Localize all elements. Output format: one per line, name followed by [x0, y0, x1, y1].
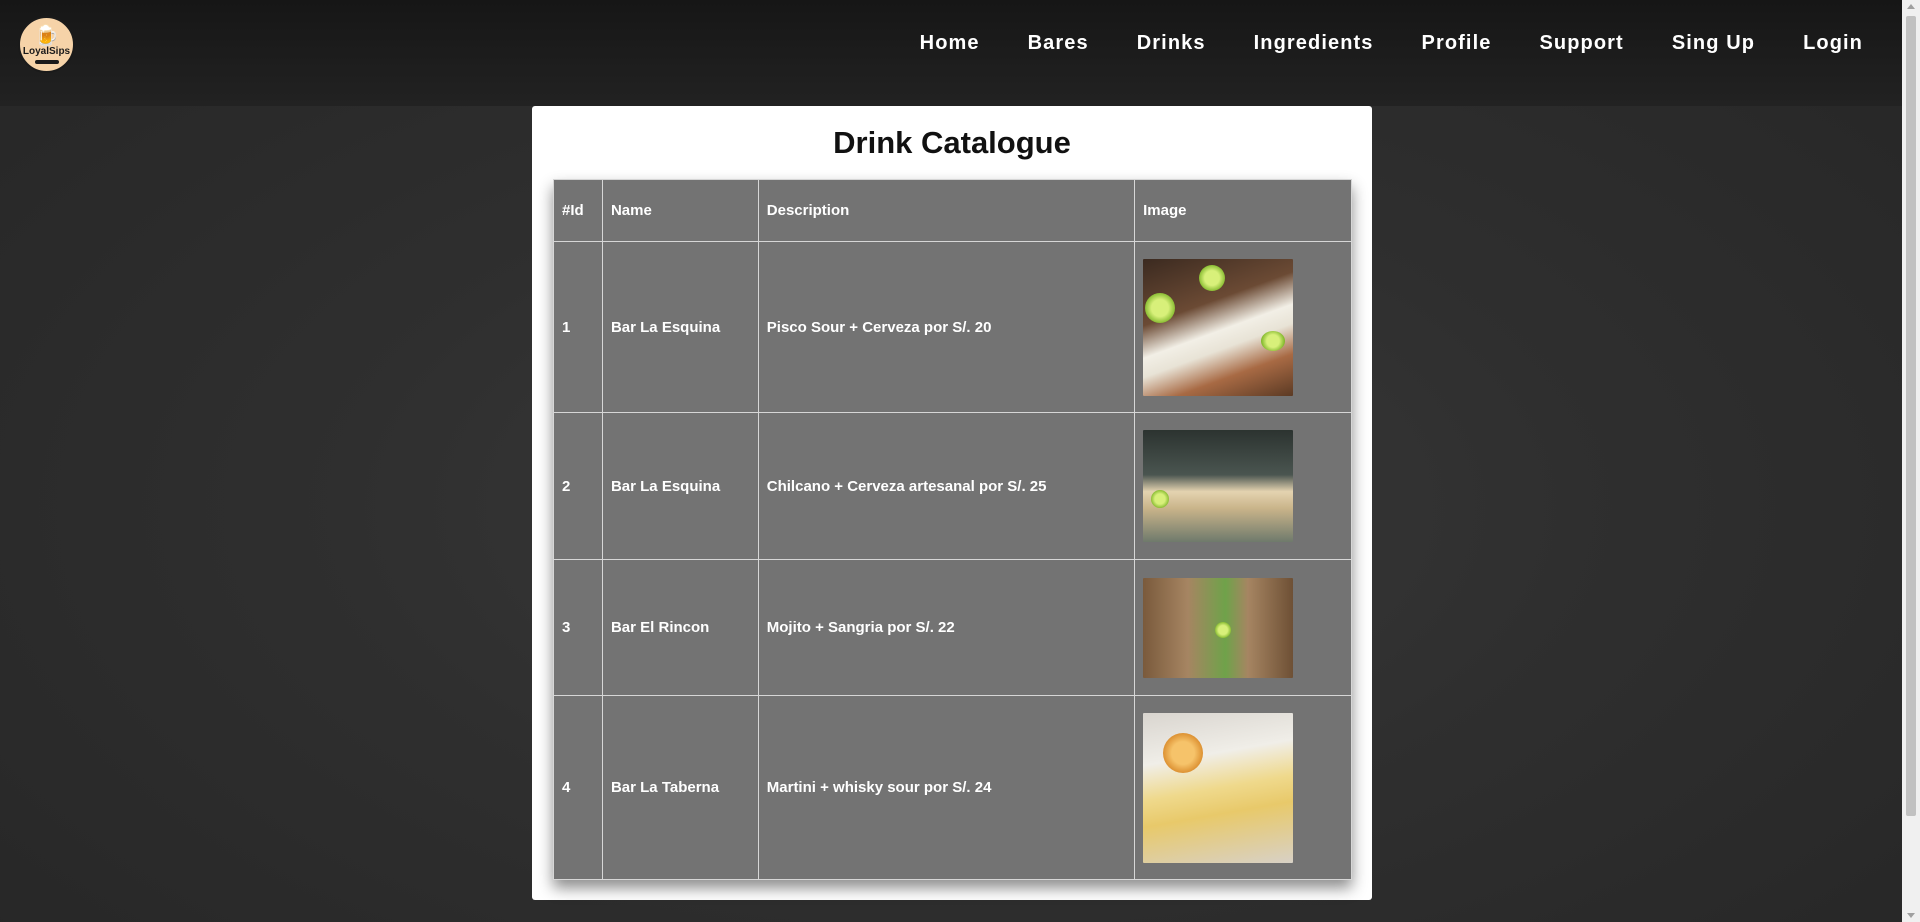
- cell-image: [1134, 695, 1352, 880]
- nav-login[interactable]: Login: [1779, 30, 1863, 57]
- cell-id: 2: [553, 412, 603, 560]
- header-name: Name: [601, 179, 759, 242]
- cell-description: Chilcano + Cerveza artesanal por S/. 25: [757, 412, 1136, 560]
- chilcano-image: [1143, 430, 1294, 542]
- cell-id: 1: [553, 241, 603, 413]
- scroll-down-arrow-icon[interactable]: [1907, 913, 1915, 918]
- pisco-sour-image: [1143, 258, 1294, 396]
- table-row: 3 Bar El Rincon Mojito + Sangria por S/.…: [553, 559, 1352, 696]
- scroll-up-arrow-icon[interactable]: [1907, 4, 1915, 9]
- nav-support[interactable]: Support: [1515, 30, 1647, 57]
- cell-image: [1134, 412, 1352, 560]
- nav-sign-up[interactable]: Sing Up: [1648, 30, 1779, 57]
- logo-text: LoyalSips: [22, 45, 71, 57]
- cell-id: 4: [553, 695, 603, 880]
- scrollbar-thumb[interactable]: [1906, 16, 1916, 816]
- logo-underline: [34, 59, 59, 64]
- table-row: 4 Bar La Taberna Martini + whisky sour p…: [553, 695, 1352, 880]
- mojito-image: [1143, 577, 1294, 678]
- cell-description: Martini + whisky sour por S/. 24: [757, 695, 1136, 880]
- cell-description: Mojito + Sangria por S/. 22: [757, 559, 1136, 696]
- navbar: 🍺 LoyalSips Home Bares Drinks Ingredient…: [0, 0, 1902, 106]
- nav-bares[interactable]: Bares: [1004, 30, 1113, 57]
- table-row: 2 Bar La Esquina Chilcano + Cerveza arte…: [553, 412, 1352, 560]
- nav-profile[interactable]: Profile: [1398, 30, 1516, 57]
- logo[interactable]: 🍺 LoyalSips: [18, 16, 75, 73]
- cell-image: [1134, 241, 1352, 413]
- cell-name: Bar El Rincon: [601, 559, 759, 696]
- cell-id: 3: [553, 559, 603, 696]
- nav-drinks[interactable]: Drinks: [1113, 30, 1230, 57]
- whisky-sour-image: [1143, 712, 1294, 863]
- cell-name: Bar La Taberna: [601, 695, 759, 880]
- nav-ingredients[interactable]: Ingredients: [1230, 30, 1398, 57]
- table-row: 1 Bar La Esquina Pisco Sour + Cerveza po…: [553, 241, 1352, 413]
- cell-image: [1134, 559, 1352, 696]
- cell-name: Bar La Esquina: [601, 412, 759, 560]
- drink-table: #Id Name Description Image 1 Bar La Esqu…: [553, 179, 1352, 880]
- page-title: Drink Catalogue: [833, 125, 1071, 160]
- header-image: Image: [1134, 179, 1352, 242]
- catalogue-card: Drink Catalogue #Id Name Description Ima…: [532, 106, 1372, 900]
- cell-description: Pisco Sour + Cerveza por S/. 20: [757, 241, 1136, 413]
- table-header-row: #Id Name Description Image: [553, 179, 1352, 242]
- page-scrollbar[interactable]: [1902, 0, 1920, 922]
- header-id: #Id: [553, 179, 603, 242]
- nav-home[interactable]: Home: [896, 30, 1004, 57]
- cell-name: Bar La Esquina: [601, 241, 759, 413]
- main-nav: Home Bares Drinks Ingredients Profile Su…: [896, 30, 1863, 57]
- header-description: Description: [757, 179, 1136, 242]
- beer-mug-icon: 🍺: [34, 24, 59, 47]
